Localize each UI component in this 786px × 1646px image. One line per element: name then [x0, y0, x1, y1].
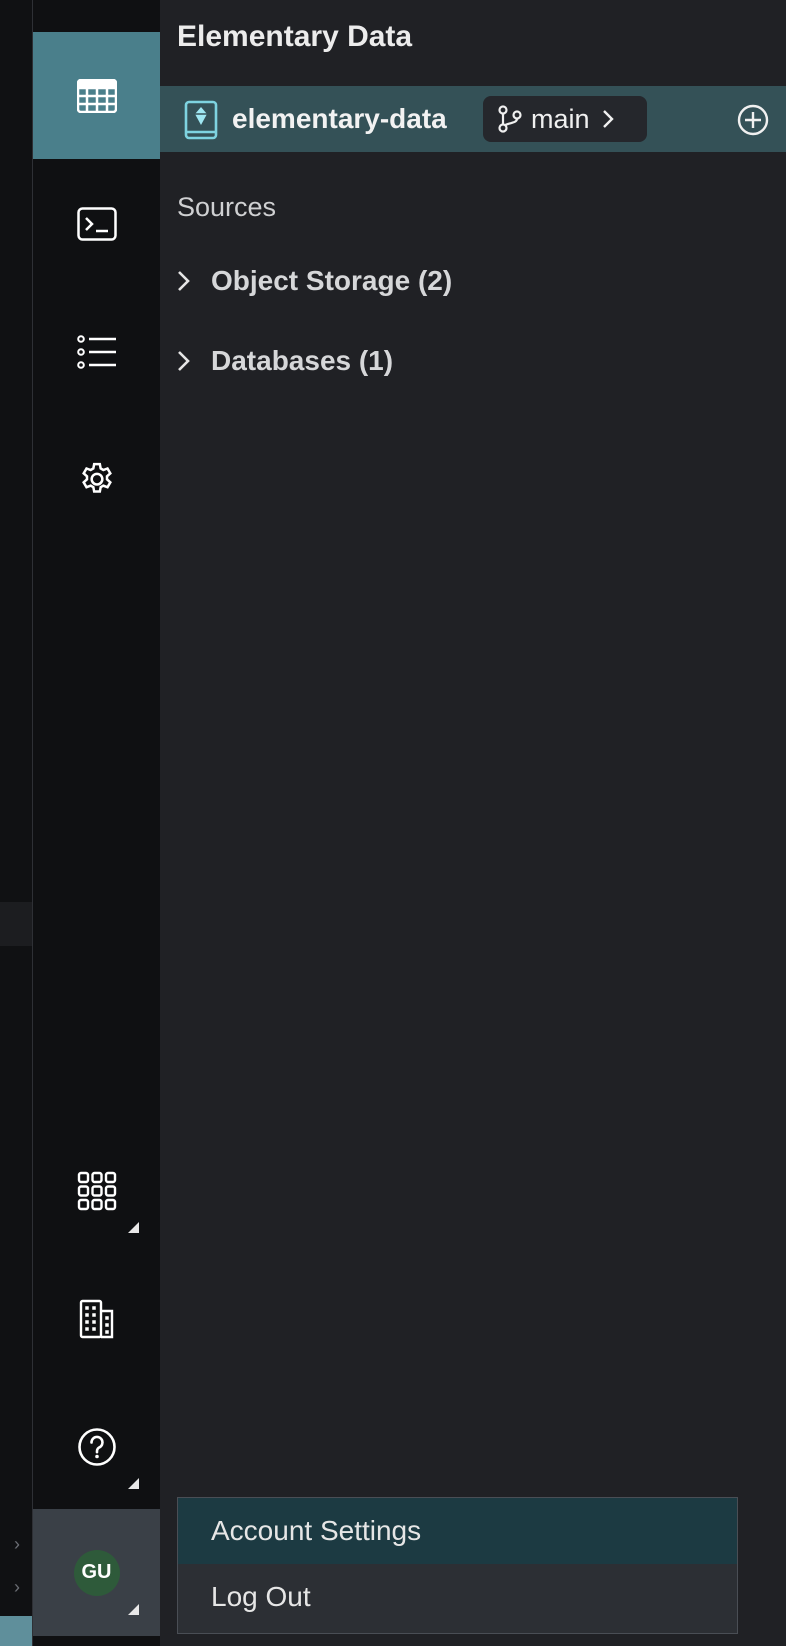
menu-item-account-settings[interactable]: Account Settings: [178, 1498, 737, 1564]
repo-name[interactable]: elementary-data: [232, 103, 447, 135]
chevron-right-icon: [177, 270, 191, 292]
add-source-button[interactable]: [737, 104, 769, 136]
nav-sql-editor[interactable]: [33, 160, 160, 287]
grid-table-icon: [76, 78, 117, 113]
repository-icon: [184, 100, 218, 140]
user-profile-button[interactable]: GU: [33, 1509, 160, 1636]
apps-grid-icon: [77, 1171, 117, 1211]
terminal-icon: [76, 206, 117, 241]
tree-item-label: Databases (1): [211, 345, 394, 376]
page-title: Elementary Data: [177, 20, 413, 53]
nav-apps-menu[interactable]: [33, 1127, 160, 1254]
chevron-right-icon: [177, 350, 191, 372]
help-icon: [77, 1427, 117, 1467]
account-menu: Account Settings Log Out: [177, 1497, 738, 1634]
nav-organization[interactable]: [33, 1255, 160, 1382]
submenu-indicator: [128, 1604, 139, 1615]
menu-item-log-out[interactable]: Log Out: [178, 1564, 737, 1630]
branch-name: main: [531, 103, 590, 134]
list-icon: [76, 334, 117, 369]
tree-item-object-storage[interactable]: Object Storage (2): [177, 265, 452, 297]
branch-selector[interactable]: main: [483, 96, 647, 142]
tree-item-label: Object Storage (2): [211, 265, 453, 296]
nav-help[interactable]: [33, 1383, 160, 1510]
git-branch-icon: [497, 105, 523, 133]
window-edge: › ›: [0, 0, 33, 1646]
nav-jobs[interactable]: [33, 288, 160, 415]
submenu-indicator: [128, 1222, 139, 1233]
nav-settings[interactable]: [33, 416, 160, 543]
repo-bar: elementary-data main: [160, 86, 786, 152]
gear-icon: [77, 460, 117, 500]
tree-item-databases[interactable]: Databases (1): [177, 345, 393, 377]
sources-heading: Sources: [177, 192, 277, 222]
chevron-right-icon: ›: [14, 1577, 20, 1597]
building-icon: [79, 1299, 115, 1339]
submenu-indicator: [128, 1478, 139, 1489]
edge-status: [0, 1616, 32, 1646]
nav-rail: GU: [33, 0, 160, 1646]
avatar: GU: [73, 1549, 120, 1596]
chevron-right-icon: ›: [14, 1534, 20, 1554]
edge-tab: [0, 902, 32, 946]
chevron-right-icon: [602, 109, 614, 129]
plus-circle-icon: [737, 104, 769, 136]
data-explorer-panel: Elementary Data elementary-data main Sou…: [160, 0, 786, 1646]
nav-data-explorer[interactable]: [33, 32, 160, 159]
